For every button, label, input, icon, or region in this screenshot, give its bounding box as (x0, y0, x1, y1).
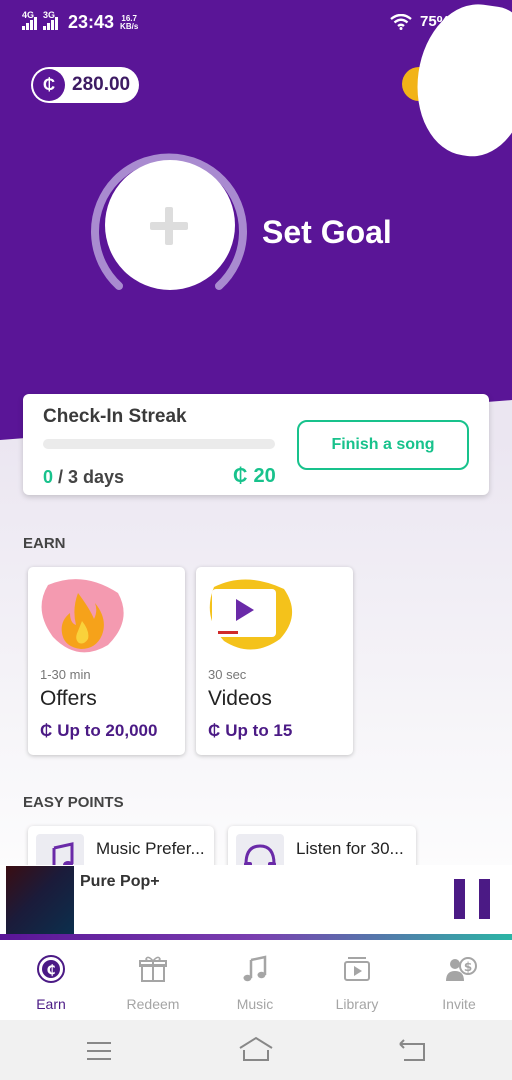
video-player-icon (209, 579, 293, 650)
nav-item-library[interactable]: Library (312, 954, 402, 1012)
speed-unit: KB/s (120, 21, 139, 31)
nav-label: Redeem (126, 996, 180, 1012)
nav-label: Library (335, 996, 379, 1012)
gift-icon (138, 954, 168, 984)
system-navigation-bar (0, 1020, 512, 1080)
coin-icon: ₵ (208, 721, 221, 740)
network-speed: 16.7 KB/s (120, 14, 139, 31)
checkin-reward-value: 20 (253, 465, 276, 487)
offers-title: Offers (40, 687, 97, 710)
offers-meta: 1-30 min (40, 667, 91, 682)
checkin-progress-bar (43, 439, 275, 449)
videos-title: Videos (208, 687, 272, 710)
signal-icon: 3G (43, 10, 58, 30)
finish-song-button[interactable]: Finish a song (297, 420, 469, 470)
signal-icon: 4G (22, 10, 37, 30)
earn-coin-icon: ₵ (36, 954, 66, 984)
videos-meta: 30 sec (208, 667, 247, 682)
earn-section-title: EARN (23, 535, 66, 552)
videos-amount-value: Up to 15 (225, 721, 293, 740)
easy-points-section-title: EASY POINTS (23, 794, 124, 811)
checkin-days-current: 0 (43, 467, 54, 487)
offers-amount-value: Up to 20,000 (57, 721, 158, 740)
coin-icon: ₵ (233, 465, 248, 487)
home-icon[interactable] (238, 1036, 274, 1062)
library-icon (342, 954, 372, 984)
nav-item-earn[interactable]: ₵ Earn (6, 954, 96, 1012)
nav-item-redeem[interactable]: Redeem (108, 954, 198, 1012)
set-goal-label[interactable]: Set Goal (262, 214, 392, 251)
nav-item-invite[interactable]: $ Invite (414, 954, 504, 1012)
mini-player[interactable]: Pure Pop+ (0, 865, 512, 941)
earn-tile-videos[interactable]: 30 sec Videos ₵ Up to 15 (196, 567, 353, 755)
network-type-label: 3G (43, 9, 56, 20)
balance-value: 280.00 (72, 74, 131, 95)
nav-item-music[interactable]: Music (210, 954, 300, 1012)
coin-icon: ₵ (33, 69, 65, 101)
easy-point-label: Listen for 30... (296, 839, 404, 858)
nav-label: Invite (442, 996, 476, 1012)
back-icon[interactable] (398, 1038, 426, 1062)
videos-amount: ₵ Up to 15 (208, 721, 292, 741)
nav-label: Music (236, 996, 274, 1012)
wifi-icon (390, 13, 412, 30)
bottom-nav: ₵ Earn Redeem Music Library $ Invite (0, 940, 512, 1020)
plus-icon-vertical (165, 207, 173, 245)
pause-button[interactable] (454, 879, 490, 919)
invite-icon: $ (444, 954, 477, 984)
coin-balance[interactable]: ₵ 280.00 (31, 67, 139, 103)
checkin-days-total: / 3 days (53, 467, 125, 487)
svg-text:$: $ (464, 960, 472, 974)
fire-icon (41, 579, 124, 653)
checkin-streak-card: Check-In Streak 0 / 3 days ₵ 20 Finish a… (23, 394, 489, 495)
checkin-reward: ₵ 20 (233, 465, 276, 488)
checkin-title: Check-In Streak (43, 406, 187, 427)
offers-amount: ₵ Up to 20,000 (40, 721, 157, 741)
nav-label: Earn (36, 996, 66, 1012)
album-art (6, 866, 74, 934)
music-note-icon (240, 954, 270, 984)
checkin-days: 0 / 3 days (43, 467, 124, 488)
now-playing-title: Pure Pop+ (80, 873, 160, 890)
network-type-label: 4G (22, 9, 35, 20)
coin-symbol: ₵ (42, 75, 56, 94)
clock: 23:43 (68, 12, 115, 32)
easy-point-label: Music Prefer... (96, 839, 205, 858)
svg-text:₵: ₵ (46, 963, 55, 978)
menu-icon[interactable] (86, 1040, 112, 1062)
coin-icon: ₵ (40, 721, 53, 740)
earn-tile-offers[interactable]: 1-30 min Offers ₵ Up to 20,000 (28, 567, 185, 755)
